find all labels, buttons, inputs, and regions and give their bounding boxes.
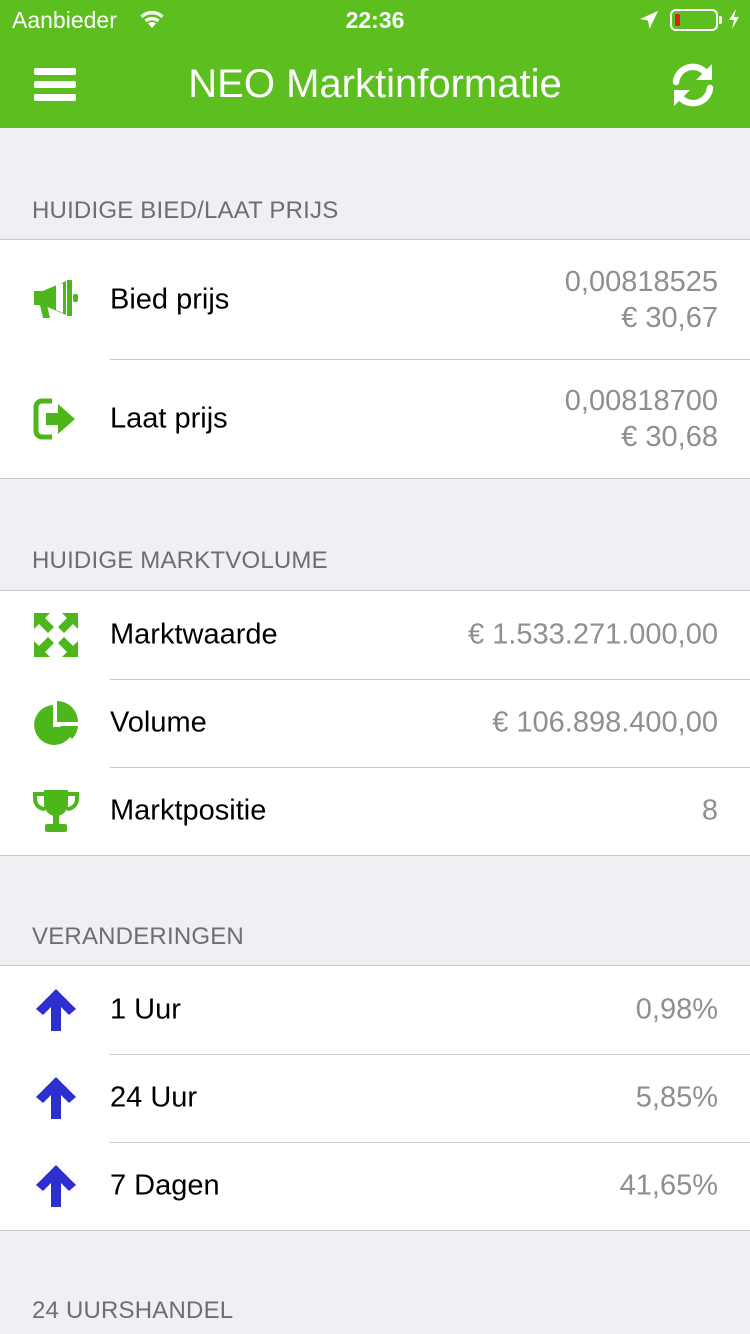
change-1h-row[interactable]: 1 Uur 0,98%: [0, 966, 750, 1054]
change-7d-label: 7 Dagen: [110, 1169, 220, 1202]
change-24h-row[interactable]: 24 Uur 5,85%: [0, 1054, 750, 1142]
expand-icon: [34, 613, 78, 657]
market-rank-value: 8: [701, 794, 718, 827]
market-value-label: Marktwaarde: [110, 618, 278, 651]
bid-price-label: Bied prijs: [110, 283, 230, 315]
refresh-button[interactable]: [668, 60, 718, 110]
bid-price-btc: 0,00818525: [564, 265, 718, 298]
change-24h-value: 5,85%: [635, 1081, 718, 1114]
section-header-volume: HUIDIGE MARKTVOLUME: [32, 547, 328, 574]
sign-out-icon: [33, 398, 75, 439]
refresh-icon: [672, 63, 714, 107]
change-7d-value: 41,65%: [619, 1169, 718, 1202]
bid-price-values: 0,00818525 € 30,67: [565, 264, 718, 336]
location-arrow-icon: [638, 9, 660, 37]
ask-price-eur: € 30,68: [621, 420, 718, 453]
ask-price-label: Laat prijs: [110, 402, 228, 434]
arrow-up-icon: [36, 989, 76, 1031]
section-header-trade: 24 UURSHANDEL: [32, 1297, 234, 1324]
battery-cap: [719, 16, 722, 24]
ask-price-btc: 0,00818700: [564, 384, 718, 417]
ask-price-row[interactable]: Laat prijs 0,00818700 € 30,68: [0, 359, 750, 478]
market-value-row[interactable]: Marktwaarde € 1.533.271.000,00: [0, 591, 750, 679]
page-title: NEO Marktinformatie: [188, 62, 562, 106]
megaphone-icon: [34, 279, 78, 318]
market-rank-row[interactable]: Marktpositie 8: [0, 767, 750, 855]
battery-icon: [670, 9, 718, 31]
arrow-up-icon: [36, 1165, 76, 1207]
change-7d-row[interactable]: 7 Dagen 41,65%: [0, 1142, 750, 1230]
section-header-changes: VERANDERINGEN: [32, 923, 244, 950]
change-24h-label: 24 Uur: [110, 1081, 198, 1114]
nav-bar: Aanbieder 22:36 NEO Marktinformatie: [0, 0, 750, 128]
volume-label: Volume: [110, 706, 207, 739]
change-1h-value: 0,98%: [635, 993, 718, 1026]
arrow-up-icon: [36, 1077, 76, 1119]
volume-row[interactable]: Volume € 106.898.400,00: [0, 679, 750, 767]
volume-value: € 106.898.400,00: [492, 706, 718, 739]
prices-group: Bied prijs 0,00818525 € 30,67 Laat prijs…: [0, 239, 750, 479]
volume-group: Marktwaarde € 1.533.271.000,00 Volume € …: [0, 590, 750, 856]
pie-chart-icon: [34, 701, 78, 745]
market-rank-label: Marktpositie: [110, 794, 267, 827]
market-value-value: € 1.533.271.000,00: [468, 618, 718, 651]
trophy-icon: [33, 790, 79, 832]
status-bar: Aanbieder 22:36: [0, 0, 750, 40]
changes-group: 1 Uur 0,98% 24 Uur 5,85% 7 Dagen 41,65%: [0, 965, 750, 1231]
bid-price-eur: € 30,67: [621, 301, 718, 334]
charging-bolt-icon: [727, 8, 741, 36]
section-header-prices: HUIDIGE BIED/LAAT PRIJS: [32, 197, 339, 224]
bid-price-row[interactable]: Bied prijs 0,00818525 € 30,67: [0, 240, 750, 359]
ask-price-values: 0,00818700 € 30,68: [565, 383, 718, 455]
change-1h-label: 1 Uur: [110, 993, 181, 1026]
